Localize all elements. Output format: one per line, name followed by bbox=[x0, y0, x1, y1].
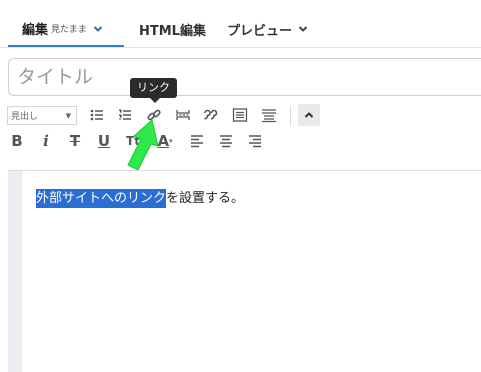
underline-icon: U bbox=[97, 132, 111, 150]
tab-html-edit[interactable]: HTML編集 bbox=[139, 12, 206, 46]
tab-preview-label: プレビュー bbox=[227, 23, 293, 39]
underline-button[interactable]: U bbox=[93, 130, 115, 152]
chevron-up-icon bbox=[304, 112, 314, 118]
chevron-down-icon bbox=[93, 25, 102, 32]
tabs-divider bbox=[0, 47, 481, 48]
code-block-button[interactable] bbox=[258, 104, 280, 126]
italic-button[interactable]: i bbox=[35, 130, 57, 152]
box-button[interactable] bbox=[229, 104, 251, 126]
text-block-icon bbox=[262, 109, 276, 123]
align-center-icon bbox=[220, 135, 232, 148]
format-select-value: 見出し bbox=[11, 112, 39, 122]
green-arrow-annotation bbox=[127, 119, 159, 171]
align-right-icon bbox=[249, 135, 261, 148]
format-select[interactable]: 見出し ▼ bbox=[7, 106, 77, 125]
italic-icon: i bbox=[43, 132, 49, 150]
align-left-icon bbox=[191, 135, 203, 148]
tab-html-label: HTML編集 bbox=[139, 23, 206, 39]
toolbar-separator bbox=[290, 106, 291, 126]
box-list-icon bbox=[232, 108, 248, 122]
tab-edit-sublabel: 見たまま bbox=[51, 25, 87, 35]
top-clipped-text: ~ ~ ~ ~ ~ bbox=[40, 0, 123, 7]
body-text: を設置する。 bbox=[166, 191, 245, 206]
editor-gutter bbox=[8, 171, 22, 372]
select-arrow-icon: ▼ bbox=[65, 112, 71, 120]
editor-area[interactable]: 外部サイトへのリンクを設置する。 bbox=[8, 170, 481, 372]
bold-button[interactable]: B bbox=[6, 130, 28, 152]
bold-icon: B bbox=[11, 132, 23, 150]
blockquote-button[interactable] bbox=[200, 104, 222, 126]
strikethrough-icon: T bbox=[69, 132, 81, 150]
bullet-list-button[interactable] bbox=[86, 104, 108, 126]
chevron-down-icon bbox=[298, 26, 308, 32]
align-center-button[interactable] bbox=[215, 130, 237, 152]
editor-tabs: 編集 見たまま HTML編集 プレビュー bbox=[0, 12, 481, 48]
bullet-list-icon bbox=[90, 109, 103, 121]
tab-edit-label: 編集 bbox=[22, 23, 49, 38]
tab-preview[interactable]: プレビュー bbox=[227, 12, 308, 46]
tab-edit[interactable]: 編集 見たまま bbox=[8, 12, 124, 48]
quote-icon bbox=[204, 109, 218, 120]
editor-content[interactable]: 外部サイトへのリンクを設置する。 bbox=[36, 187, 245, 208]
strikethrough-button[interactable]: T bbox=[64, 130, 86, 152]
selected-text[interactable]: 外部サイトへのリンク bbox=[36, 189, 167, 208]
align-right-button[interactable] bbox=[244, 130, 266, 152]
title-input[interactable] bbox=[8, 58, 481, 96]
link-tooltip: リンク bbox=[130, 78, 177, 103]
toolbar-collapse-button[interactable] bbox=[298, 104, 320, 126]
align-left-button[interactable] bbox=[186, 130, 208, 152]
